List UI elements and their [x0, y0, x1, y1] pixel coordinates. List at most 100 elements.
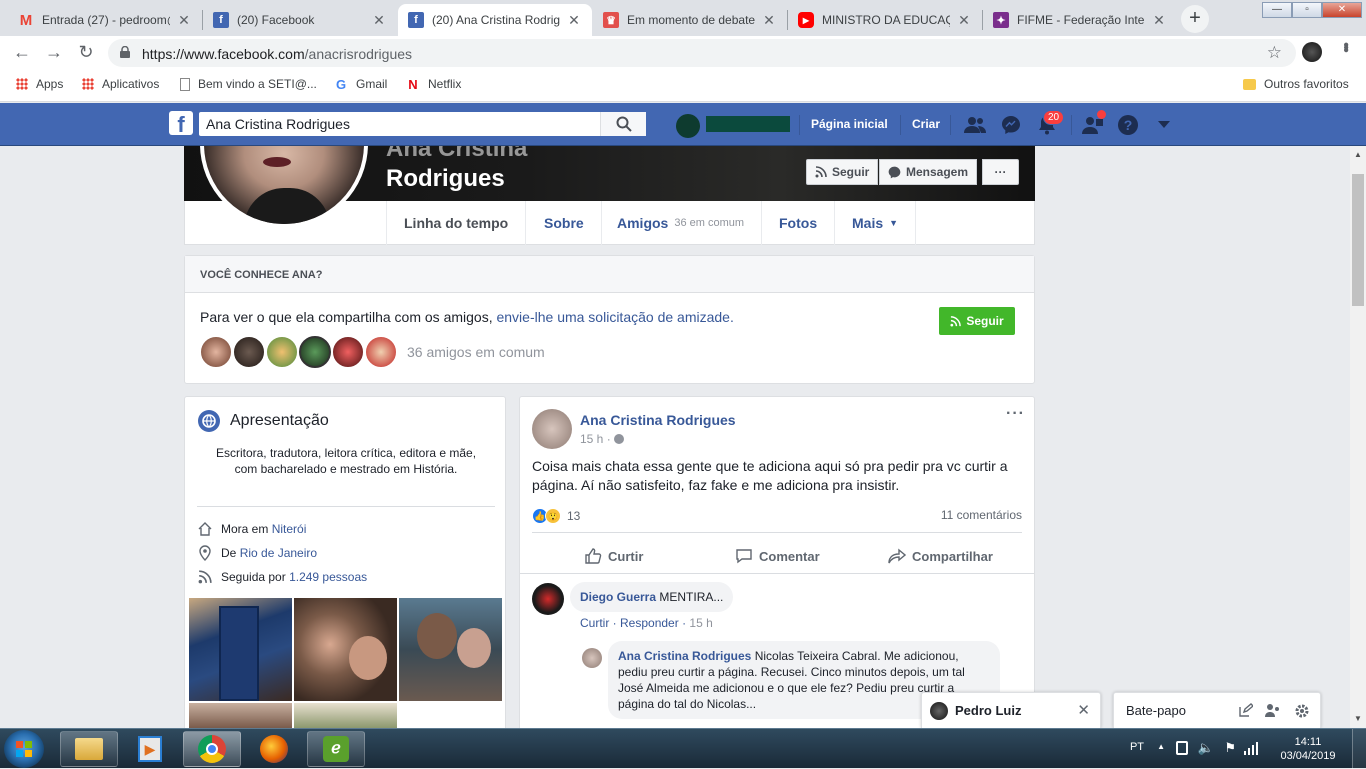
bookmark-apps[interactable]: Apps	[16, 77, 63, 91]
help-icon[interactable]: ?	[1116, 113, 1140, 137]
start-button[interactable]	[4, 730, 44, 768]
bookmark-aplicativos[interactable]: Aplicativos	[82, 77, 159, 91]
post-author[interactable]: Ana Cristina Rodrigues	[580, 412, 736, 428]
tab-fifme[interactable]: ✦ FIFME - Federação Intern ✕	[983, 4, 1177, 36]
firefox-taskbar[interactable]	[245, 731, 303, 767]
maximize-button[interactable]: ▫	[1292, 2, 1322, 18]
action-center-flag-icon[interactable]: ⚑	[1224, 740, 1236, 756]
tab-debate[interactable]: ♛ Em momento de debate ✕	[593, 4, 787, 36]
close-icon[interactable]: ✕	[371, 12, 387, 29]
show-hidden-icons[interactable]: ▲	[1157, 742, 1165, 751]
follow-green-button[interactable]: Seguir	[939, 307, 1015, 335]
bookmark-star-icon[interactable]: ☆	[1267, 43, 1282, 63]
media-player-taskbar[interactable]: ▶	[121, 731, 179, 767]
reply-avatar[interactable]	[582, 648, 602, 668]
new-tab-button[interactable]: +	[1181, 5, 1209, 33]
back-icon[interactable]: ←	[10, 42, 34, 63]
user-avatar[interactable]	[676, 114, 700, 138]
follow-button[interactable]: Seguir	[806, 159, 879, 185]
friend-requests-icon[interactable]	[963, 113, 987, 137]
mutual-friend-avatar[interactable]	[332, 336, 364, 368]
device-icon[interactable]	[1176, 741, 1188, 755]
network-signal-icon[interactable]	[1244, 741, 1258, 755]
clock[interactable]: 14:11 03/04/2019	[1276, 735, 1340, 763]
reactions-summary[interactable]: 👍 😲 13	[532, 508, 580, 524]
mutual-friend-avatar[interactable]	[365, 336, 397, 368]
mutual-friend-avatar[interactable]	[233, 336, 265, 368]
close-window-button[interactable]: ✕	[1322, 2, 1362, 18]
tab-friends[interactable]: Amigos 36 em comum	[600, 201, 763, 245]
photo-thumbnail[interactable]	[189, 703, 292, 728]
chat-sidebar-tab[interactable]: Bate-papo	[1113, 692, 1321, 728]
comment-reply-link[interactable]: Responder	[620, 616, 679, 630]
photo-thumbnail[interactable]	[189, 598, 292, 701]
city-link[interactable]: Niterói	[272, 522, 307, 536]
like-button[interactable]: Curtir	[584, 547, 643, 565]
tab-photos[interactable]: Fotos	[762, 201, 836, 245]
mutual-friend-avatar[interactable]	[200, 336, 232, 368]
reload-icon[interactable]: ↻	[74, 42, 98, 63]
file-explorer-taskbar[interactable]	[60, 731, 118, 767]
comments-count[interactable]: 11 comentários	[941, 508, 1022, 522]
volume-icon[interactable]: 🔈	[1198, 740, 1214, 756]
close-icon[interactable]: ✕	[176, 12, 192, 29]
comment-like-link[interactable]: Curtir	[580, 616, 609, 630]
chrome-taskbar[interactable]	[183, 731, 241, 767]
close-icon[interactable]: ✕	[1151, 12, 1167, 29]
photo-thumbnail[interactable]	[294, 703, 397, 728]
chat-tab-pedro[interactable]: Pedro Luiz ✕	[921, 692, 1101, 728]
language-indicator[interactable]: PT	[1130, 741, 1144, 753]
close-icon[interactable]: ✕	[1077, 701, 1090, 719]
photo-thumbnail[interactable]	[399, 598, 502, 701]
tab-about[interactable]: Sobre	[527, 201, 602, 245]
bookmark-seti[interactable]: Bem vindo a SETI@...	[180, 77, 317, 91]
tab-youtube[interactable]: ▶ MINISTRO DA EDUCAÇÃ ✕	[788, 4, 982, 36]
tab-timeline[interactable]: Linha do tempo	[387, 201, 527, 245]
bookmark-netflix[interactable]: N Netflix	[406, 77, 461, 92]
close-icon[interactable]: ✕	[566, 12, 582, 29]
account-dropdown-icon[interactable]	[1152, 113, 1176, 137]
facebook-logo-icon[interactable]: f	[169, 111, 193, 135]
address-bar[interactable]: https://www.facebook.com/anacrisrodrigue…	[108, 39, 1296, 67]
friend-request-link[interactable]: envie-lhe uma solicitação de amizade.	[496, 309, 733, 325]
user-name-redacted[interactable]	[706, 116, 790, 132]
tab-more[interactable]: Mais ▼	[835, 201, 917, 245]
forward-icon[interactable]: →	[42, 42, 66, 63]
search-button[interactable]	[600, 112, 646, 136]
close-icon[interactable]: ✕	[761, 12, 777, 29]
mutual-friend-avatar[interactable]	[266, 336, 298, 368]
gear-icon[interactable]	[1294, 703, 1310, 719]
close-icon[interactable]: ✕	[956, 12, 972, 29]
messenger-icon[interactable]	[999, 113, 1023, 137]
profile-avatar[interactable]	[1302, 42, 1322, 62]
group-chat-icon[interactable]	[1265, 703, 1281, 718]
reply-author[interactable]: Ana Cristina Rodrigues	[618, 649, 751, 663]
post-time[interactable]: 15 h ·	[580, 432, 625, 446]
comment-author[interactable]: Diego Guerra	[580, 590, 656, 604]
scrollbar-thumb[interactable]	[1352, 174, 1364, 306]
bookmark-other[interactable]: Outros favoritos	[1243, 77, 1349, 91]
tab-facebook[interactable]: f (20) Facebook ✕	[203, 4, 397, 36]
hometown-link[interactable]: Rio de Janeiro	[240, 546, 317, 560]
show-desktop-button[interactable]	[1352, 729, 1366, 769]
post-options-icon[interactable]: ···	[1006, 405, 1025, 423]
bookmark-gmail[interactable]: G Gmail	[334, 77, 387, 92]
new-message-icon[interactable]	[1238, 703, 1253, 718]
followers-link[interactable]: 1.249 pessoas	[289, 570, 367, 584]
photo-thumbnail[interactable]	[294, 598, 397, 701]
tab-gmail[interactable]: M Entrada (27) - pedroom@ ✕	[8, 4, 202, 36]
comment-button[interactable]: Comentar	[735, 547, 820, 565]
mutual-friend-avatar[interactable]	[299, 336, 331, 368]
tab-ana-cristina-active[interactable]: f (20) Ana Cristina Rodrigu ✕	[398, 4, 592, 36]
nav-create-link[interactable]: Criar	[912, 117, 940, 131]
share-button[interactable]: Compartilhar	[888, 547, 993, 565]
page-scrollbar[interactable]: ▲ ▼	[1350, 146, 1366, 728]
message-button[interactable]: Mensagem	[879, 159, 978, 185]
commenter-avatar[interactable]	[532, 583, 564, 615]
minimize-button[interactable]: —	[1262, 2, 1292, 18]
browser-menu-icon[interactable]: •••	[1336, 42, 1354, 50]
author-avatar[interactable]	[532, 409, 572, 449]
search-input[interactable]	[199, 112, 599, 136]
mutual-friends-count[interactable]: 36 amigos em comum	[407, 344, 545, 360]
dreamweaver-taskbar[interactable]: ℯ	[307, 731, 365, 767]
